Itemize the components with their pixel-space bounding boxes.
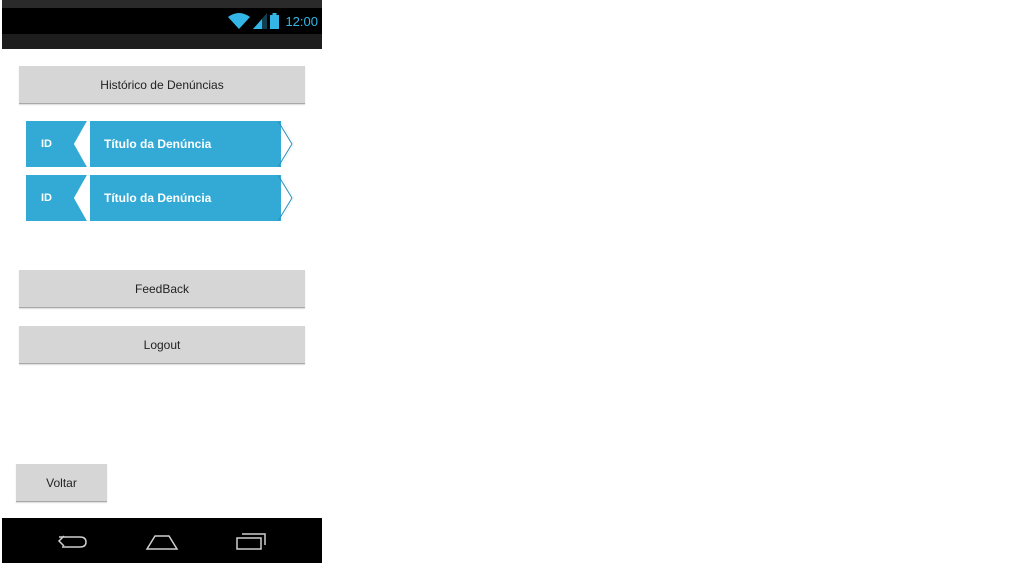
recent-apps-icon[interactable]	[234, 528, 268, 557]
complaint-title: Título da Denúncia	[104, 191, 212, 205]
action-bar	[2, 34, 322, 49]
complaint-id: ID	[41, 192, 52, 204]
complaint-item[interactable]: ID Título da Denúncia	[26, 121, 294, 167]
logout-button[interactable]: Logout	[19, 326, 305, 364]
back-button[interactable]: Voltar	[16, 464, 107, 502]
home-icon[interactable]	[144, 528, 180, 557]
back-arrow-icon[interactable]	[56, 528, 90, 557]
clock: 12:00	[285, 13, 318, 29]
status-icons: 12:00	[228, 12, 318, 30]
history-button[interactable]: Histórico de Denúncias	[19, 66, 305, 104]
wifi-icon	[228, 13, 251, 29]
phone-screen: 12:00 Histórico de Denúncias ID Título d…	[2, 0, 322, 563]
complaint-item[interactable]: ID Título da Denúncia	[26, 175, 294, 221]
navigation-bar	[2, 518, 322, 563]
complaint-title: Título da Denúncia	[104, 137, 212, 151]
status-bar: 12:00	[2, 0, 322, 34]
feedback-button[interactable]: FeedBack	[19, 270, 305, 308]
status-bar-top-strip	[2, 0, 322, 8]
battery-icon	[270, 13, 280, 29]
complaint-id: ID	[41, 138, 52, 150]
signal-icon	[253, 13, 268, 29]
